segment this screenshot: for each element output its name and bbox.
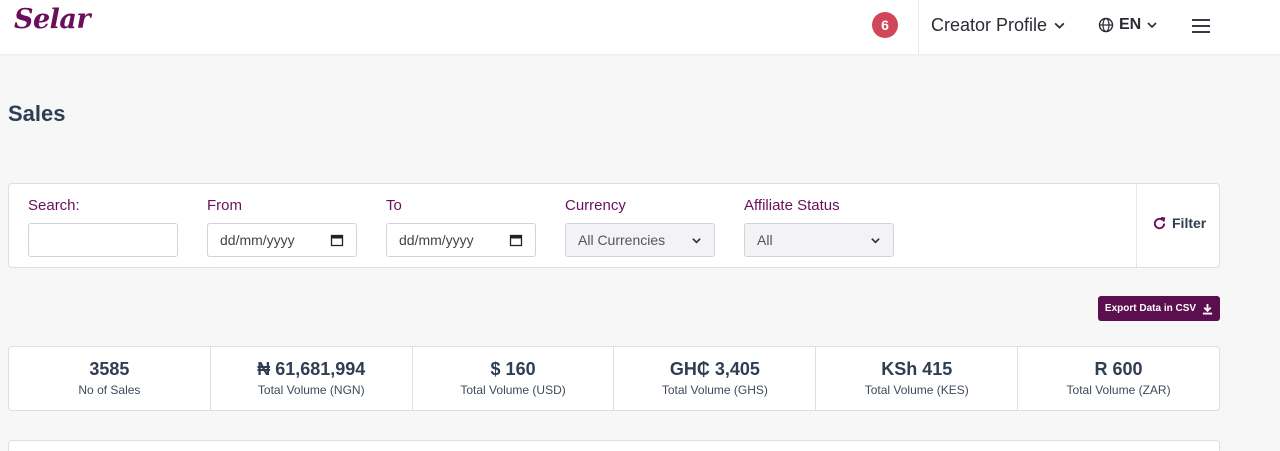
stat-label: Total Volume (GHS) (661, 383, 768, 397)
to-date-field: To dd/mm/yyyy (386, 197, 536, 257)
export-csv-button[interactable]: Export Data in CSV (1098, 296, 1220, 321)
chevron-down-icon (1054, 22, 1065, 29)
affiliate-status-field: Affiliate Status All (744, 197, 894, 257)
currency-select[interactable]: All Currencies (565, 223, 715, 257)
stat-value: KSh 415 (881, 359, 953, 379)
selar-logo[interactable]: Selar (14, 4, 91, 35)
stat-label: Total Volume (NGN) (257, 383, 365, 397)
stat-total-volume-kes: KSh 415 Total Volume (KES) (815, 347, 1017, 410)
stat-total-volume-zar: R 600 Total Volume (ZAR) (1017, 347, 1219, 410)
language-label: EN (1119, 16, 1142, 33)
download-icon (1202, 303, 1213, 314)
filter-button-label: Filter (1172, 215, 1207, 231)
currency-label: Currency (565, 197, 626, 214)
notification-badge[interactable]: 6 (872, 12, 898, 38)
affiliate-status-label: Affiliate Status (744, 197, 840, 214)
filter-button[interactable]: Filter (1152, 215, 1206, 231)
chevron-down-icon (1147, 22, 1157, 29)
creator-profile-dropdown[interactable]: Creator Profile (931, 15, 1066, 36)
filter-panel: Search: From dd/mm/yyyy To dd/mm/yyyy Cu… (8, 183, 1220, 268)
to-date-input[interactable]: dd/mm/yyyy (386, 223, 536, 257)
stat-total-volume-ghs: GH₵ 3,405 Total Volume (GHS) (613, 347, 815, 410)
to-label: To (386, 197, 402, 214)
stat-value: $ 160 (490, 359, 536, 379)
stat-value: ₦ 61,681,994 (257, 359, 366, 379)
stat-label: Total Volume (KES) (864, 383, 969, 397)
currency-field: Currency All Currencies (565, 197, 715, 257)
stat-value: R 600 (1094, 359, 1143, 379)
search-field: Search: (28, 197, 178, 257)
search-label: Search: (28, 197, 80, 214)
hamburger-menu-icon[interactable] (1190, 16, 1212, 36)
stat-value: 3585 (89, 359, 130, 379)
stat-no-of-sales: 3585 No of Sales (9, 347, 210, 410)
stat-label: No of Sales (78, 383, 141, 397)
affiliate-status-select[interactable]: All (744, 223, 894, 257)
to-date-placeholder: dd/mm/yyyy (399, 232, 474, 248)
stat-label: Total Volume (USD) (460, 383, 566, 397)
chevron-down-icon (692, 237, 701, 244)
from-date-input[interactable]: dd/mm/yyyy (207, 223, 357, 257)
filter-divider (1136, 184, 1137, 267)
from-date-field: From dd/mm/yyyy (207, 197, 357, 257)
from-date-placeholder: dd/mm/yyyy (220, 232, 295, 248)
globe-icon (1098, 17, 1114, 33)
export-csv-label: Export Data in CSV (1104, 303, 1197, 314)
navbar-divider (918, 0, 919, 54)
stat-total-volume-usd: $ 160 Total Volume (USD) (411, 347, 614, 410)
affiliate-selected-value: All (757, 232, 773, 248)
from-label: From (207, 197, 242, 214)
chevron-down-icon (871, 237, 880, 244)
top-navbar: Selar 6 Creator Profile EN (0, 0, 1280, 54)
language-selector[interactable]: EN (1098, 16, 1158, 34)
stat-total-volume-ngn: ₦ 61,681,994 Total Volume (NGN) (209, 347, 412, 410)
sales-summary: 3585 No of Sales ₦ 61,681,994 Total Volu… (8, 346, 1220, 411)
calendar-icon[interactable] (509, 233, 523, 247)
stat-label: Total Volume (ZAR) (1066, 383, 1171, 397)
search-input[interactable] (28, 223, 178, 257)
currency-selected-value: All Currencies (578, 232, 666, 248)
refresh-icon (1153, 216, 1166, 229)
sales-table-card (8, 440, 1220, 451)
creator-profile-label: Creator Profile (931, 15, 1048, 35)
page-title: Sales (8, 101, 66, 126)
stat-value: GH₵ 3,405 (669, 359, 760, 379)
calendar-icon[interactable] (330, 233, 344, 247)
